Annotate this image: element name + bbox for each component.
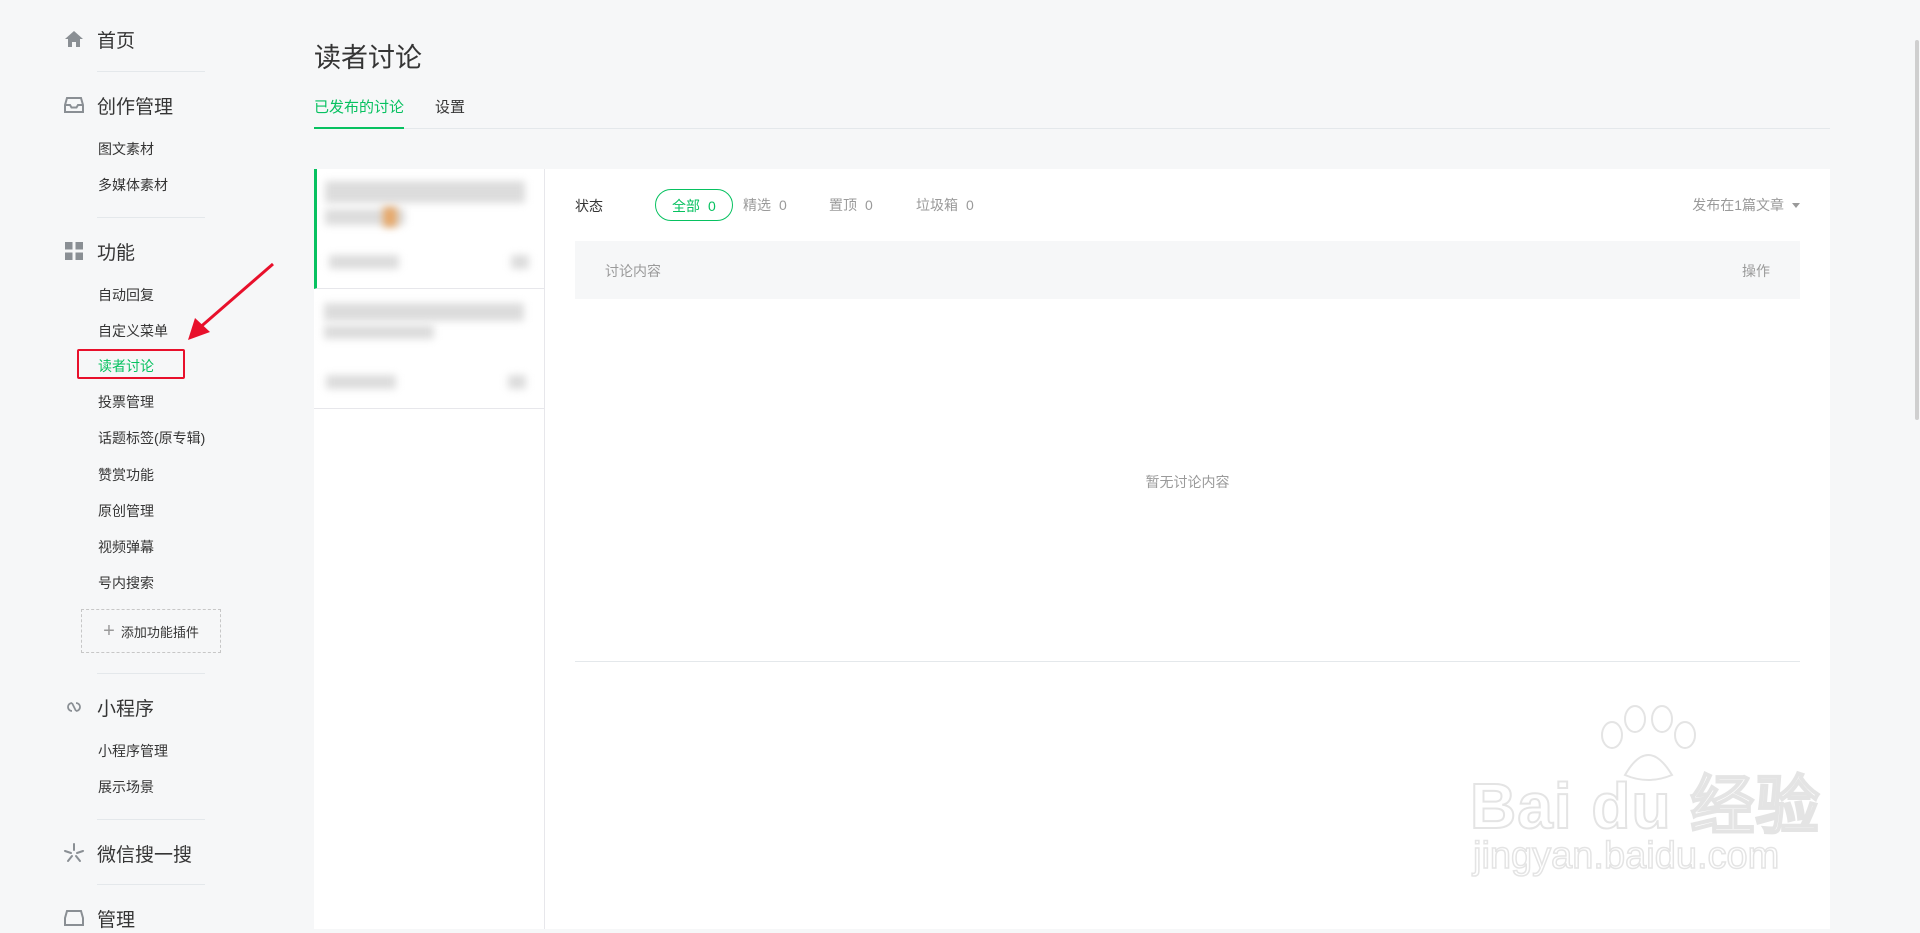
inbox-icon: [63, 94, 85, 116]
sidebar-item-reward[interactable]: 赞赏功能: [98, 464, 154, 486]
nav-home-label: 首页: [97, 30, 136, 52]
watermark-url: jingyan.baidu.com: [1472, 834, 1780, 878]
column-header-content: 讨论内容: [605, 263, 661, 279]
tab-published-discussions[interactable]: 已发布的讨论: [314, 96, 405, 129]
sidebar-item-media-materials[interactable]: 多媒体素材: [98, 174, 168, 196]
sidebar-item-miniprogram-management[interactable]: 小程序管理: [98, 740, 168, 762]
red-arrow-icon: [188, 262, 274, 340]
manage-icon: [63, 907, 85, 929]
caret-down-icon: [1792, 202, 1800, 208]
table-header: 讨论内容 操作: [575, 241, 1800, 299]
vertical-scrollbar[interactable]: [1913, 0, 1920, 922]
sidebar-item-vote-management[interactable]: 投票管理: [98, 391, 154, 413]
tab-bar: 已发布的讨论 设置: [314, 92, 1830, 129]
article-select-dropdown[interactable]: 发布在1篇文章: [1692, 189, 1800, 221]
sidebar-item-topic-tags[interactable]: 话题标签(原专辑): [98, 427, 205, 449]
watermark-brand: Bai du 经验: [1469, 769, 1821, 843]
filter-featured-count: 0: [779, 197, 787, 213]
nav-group-manage-title: 管理: [97, 909, 136, 931]
watermark: Bai du 经验 jingyan.baidu.com: [1469, 705, 1830, 885]
nav-group-miniprogram: 小程序: [63, 692, 154, 722]
sidebar-divider: [97, 673, 205, 674]
tab-settings[interactable]: 设置: [435, 96, 465, 127]
filter-trash-label: 垃圾箱: [916, 197, 958, 213]
blurred-title: [324, 303, 524, 321]
sidebar-item-custom-menu[interactable]: 自定义菜单: [98, 320, 168, 342]
column-header-action: 操作: [1742, 263, 1770, 279]
filter-all-label: 全部: [672, 198, 700, 214]
sidebar-divider: [97, 884, 205, 885]
blurred-title: [324, 325, 434, 339]
article-select-label: 发布在1篇文章: [1692, 197, 1784, 213]
highlight-annotation-box: [77, 349, 185, 379]
filter-pinned-label: 置顶: [829, 197, 857, 213]
status-filter: 状态 全部 0 精选 0 置顶 0 垃圾箱 0 发布在1篇文章: [575, 189, 1800, 221]
sidebar-divider: [97, 71, 205, 72]
home-icon: [63, 28, 85, 50]
scrollbar-thumb[interactable]: [1915, 40, 1919, 420]
sidebar-divider: [97, 819, 205, 820]
filter-featured-label: 精选: [743, 197, 771, 213]
sidebar-item-video-danmaku[interactable]: 视频弹幕: [98, 536, 154, 558]
filter-featured-button[interactable]: 精选 0: [743, 189, 787, 221]
nav-group-miniprogram-title: 小程序: [97, 698, 155, 720]
status-filter-label: 状态: [575, 198, 603, 214]
link-icon: [63, 696, 85, 718]
article-card[interactable]: [314, 289, 544, 409]
nav-group-features: 功能: [63, 236, 135, 266]
nav-group-creation-title: 创作管理: [97, 96, 174, 118]
blurred-thumbnail: [383, 207, 397, 227]
nav-group-features-title: 功能: [97, 242, 136, 264]
grid-icon: [63, 240, 85, 262]
blurred-meta: [326, 375, 396, 389]
filter-pinned-button[interactable]: 置顶 0: [829, 189, 873, 221]
filter-trash-button[interactable]: 垃圾箱 0: [916, 189, 974, 221]
sidebar: 首页 创作管理 图文素材 多媒体素材 功能 自动回复 自定义菜单 读者讨论 投票…: [0, 0, 274, 931]
empty-state-text: 暂无讨论内容: [1145, 474, 1230, 490]
sparkle-icon: [63, 842, 85, 864]
plus-icon: +: [103, 620, 115, 642]
article-list: [314, 169, 545, 929]
blurred-meta: [329, 255, 399, 269]
filter-all-count: 0: [708, 198, 716, 214]
sidebar-item-display-scenes[interactable]: 展示场景: [98, 776, 154, 798]
filter-trash-count: 0: [966, 197, 974, 213]
nav-group-search[interactable]: 微信搜一搜: [63, 838, 192, 868]
filter-pinned-count: 0: [865, 197, 873, 213]
nav-group-manage: 管理: [63, 903, 135, 933]
filter-all-button[interactable]: 全部 0: [655, 189, 733, 221]
sidebar-divider: [97, 217, 205, 218]
sidebar-item-account-search[interactable]: 号内搜索: [98, 572, 154, 594]
page-title: 读者讨论: [314, 43, 422, 73]
blurred-meta: [508, 375, 526, 389]
sidebar-item-auto-reply[interactable]: 自动回复: [98, 284, 154, 306]
table-bottom-border: [575, 661, 1800, 662]
add-plugin-label: 添加功能插件: [120, 624, 199, 640]
blurred-meta: [511, 255, 529, 269]
nav-group-search-title: 微信搜一搜: [97, 844, 193, 866]
sidebar-item-article-materials[interactable]: 图文素材: [98, 138, 154, 160]
add-plugin-button[interactable]: + 添加功能插件: [81, 609, 221, 653]
blurred-title: [325, 181, 525, 203]
article-card[interactable]: [314, 169, 544, 289]
sidebar-item-original-management[interactable]: 原创管理: [98, 500, 154, 522]
nav-home[interactable]: 首页: [63, 22, 135, 56]
nav-group-creation: 创作管理: [63, 90, 173, 120]
